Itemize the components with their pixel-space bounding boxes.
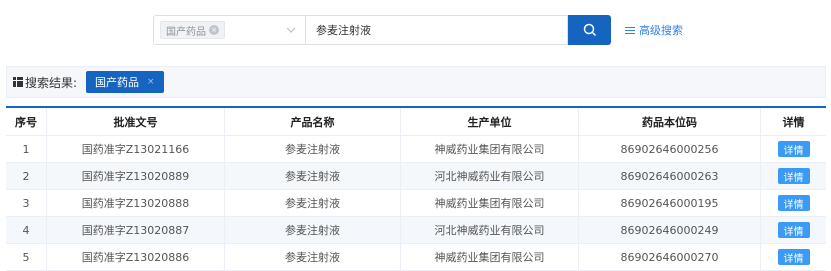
detail-cell: 详情 bbox=[761, 217, 826, 243]
search-icon bbox=[583, 23, 596, 37]
approval-number: 国药准字Z13020886 bbox=[47, 244, 225, 270]
table-row[interactable]: 3 国药准字Z13020888 参麦注射液 神威药业集团有限公司 86902646000… bbox=[6, 190, 826, 217]
detail-button[interactable]: 详情 bbox=[777, 141, 810, 157]
results-table: 序号 批准文号 产品名称 生产单位 药品本位码 详情 1 国药准字Z13021166 参麦注射… bbox=[6, 106, 826, 271]
column-header: 批准文号 bbox=[47, 108, 225, 135]
product-name: 参麦注射液 bbox=[225, 217, 401, 243]
approval-number: 国药准字Z13020888 bbox=[47, 190, 225, 216]
manufacturer: 河北神威药业有限公司 bbox=[401, 217, 579, 243]
active-filter-label: 国产药品 bbox=[95, 76, 140, 89]
search-button[interactable] bbox=[568, 15, 611, 45]
column-header: 药品本位码 bbox=[579, 108, 761, 135]
detail-button[interactable]: 详情 bbox=[777, 249, 810, 265]
database-select[interactable]: 国产药品 × bbox=[153, 15, 305, 45]
column-header: 详情 bbox=[782, 115, 805, 129]
detail-cell: 详情 bbox=[761, 244, 826, 270]
row-number: 3 bbox=[6, 190, 47, 216]
detail-button[interactable]: 详情 bbox=[777, 222, 810, 238]
active-filter-tag[interactable]: 国产药品 × bbox=[86, 71, 164, 93]
column-header: 序号 bbox=[6, 108, 47, 135]
detail-button[interactable]: 详情 bbox=[777, 168, 810, 184]
row-number: 1 bbox=[6, 136, 47, 162]
search-bar: 国产药品 × 高级搜索 bbox=[153, 15, 683, 45]
chevron-down-icon bbox=[286, 27, 296, 33]
table-row[interactable]: 4 国药准字Z13020887 参麦注射液 河北神威药业有限公司 86902646000… bbox=[6, 217, 826, 244]
row-number: 2 bbox=[6, 163, 47, 189]
tag-remove-icon[interactable]: × bbox=[209, 25, 219, 35]
table-row[interactable]: 1 国药准字Z13021166 参麦注射液 神威药业集团有限公司 86902646000… bbox=[6, 136, 826, 163]
manufacturer: 神威药业集团有限公司 bbox=[401, 190, 579, 216]
selected-db-tag-label: 国产药品 bbox=[166, 26, 206, 38]
detail-cell: 详情 bbox=[761, 190, 826, 216]
drug-code: 86902646000270 bbox=[579, 244, 761, 270]
manufacturer: 神威药业集团有限公司 bbox=[401, 244, 579, 270]
advanced-search-link[interactable]: 高级搜索 bbox=[625, 22, 683, 38]
product-name: 参麦注射液 bbox=[225, 190, 401, 216]
drug-code: 86902646000195 bbox=[579, 190, 761, 216]
row-number: 5 bbox=[6, 244, 47, 270]
approval-number: 国药准字Z13020889 bbox=[47, 163, 225, 189]
filter-lines-icon bbox=[625, 26, 635, 34]
detail-cell: 详情 bbox=[761, 136, 826, 162]
advanced-search-label: 高级搜索 bbox=[639, 24, 683, 37]
keyword-input[interactable] bbox=[305, 15, 568, 45]
selected-db-tag: 国产药品 × bbox=[160, 21, 225, 39]
product-name: 参麦注射液 bbox=[225, 244, 401, 270]
manufacturer: 神威药业集团有限公司 bbox=[401, 136, 579, 162]
drug-code: 86902646000249 bbox=[579, 217, 761, 243]
drug-code: 86902646000256 bbox=[579, 136, 761, 162]
grid-icon bbox=[13, 77, 23, 87]
column-header: 生产单位 bbox=[401, 108, 579, 135]
approval-number: 国药准字Z13021166 bbox=[47, 136, 225, 162]
close-icon[interactable]: × bbox=[147, 77, 155, 87]
manufacturer: 河北神威药业有限公司 bbox=[401, 163, 579, 189]
column-header: 产品名称 bbox=[225, 108, 401, 135]
drug-code: 86902646000263 bbox=[579, 163, 761, 189]
table-row[interactable]: 5 国药准字Z13020886 参麦注射液 神威药业集团有限公司 86902646000… bbox=[6, 244, 826, 271]
approval-number: 国药准字Z13020887 bbox=[47, 217, 225, 243]
row-number: 4 bbox=[6, 217, 47, 243]
product-name: 参麦注射液 bbox=[225, 136, 401, 162]
detail-cell: 详情 bbox=[761, 163, 826, 189]
detail-button[interactable]: 详情 bbox=[777, 195, 810, 211]
table-header: 序号 批准文号 产品名称 生产单位 药品本位码 详情 bbox=[6, 108, 826, 136]
product-name: 参麦注射液 bbox=[225, 163, 401, 189]
table-row[interactable]: 2 国药准字Z13020889 参麦注射液 河北神威药业有限公司 86902646000… bbox=[6, 163, 826, 190]
results-label: 搜索结果: bbox=[25, 75, 78, 90]
results-filter-bar: 搜索结果: 国产药品 × bbox=[6, 66, 826, 98]
